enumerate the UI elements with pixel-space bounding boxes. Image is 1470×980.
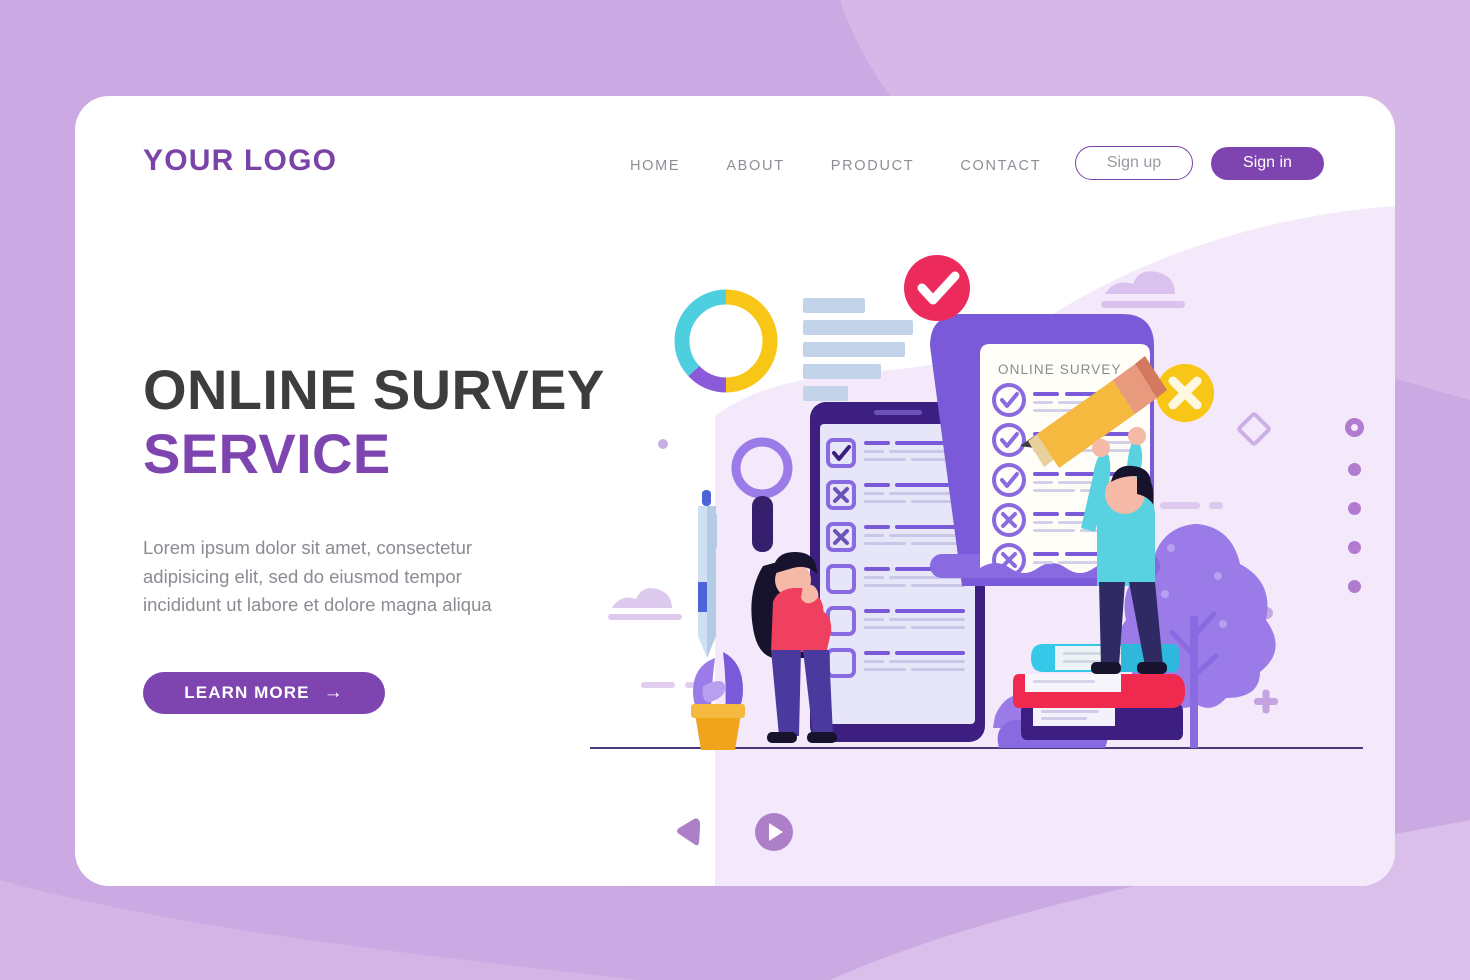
decor-dash-4 xyxy=(1209,502,1223,509)
slide-dot-4[interactable] xyxy=(1348,541,1361,554)
learn-more-button[interactable]: LEARN MORE → xyxy=(143,672,385,715)
decor-cloud-top xyxy=(1099,271,1185,308)
logo[interactable]: YOUR LOGO xyxy=(143,144,337,178)
page-title-line1: ONLINE SURVEY xyxy=(143,358,605,421)
site-header: YOUR LOGO HOME ABOUT PRODUCT CONTACT Sig… xyxy=(75,96,1395,236)
hero-description: Lorem ipsum dolor sit amet, consectetur … xyxy=(143,536,492,616)
learn-more-label: LEARN MORE xyxy=(184,683,310,703)
page-title-line2: SERVICE xyxy=(143,421,391,485)
slide-indicators xyxy=(1345,418,1364,593)
survey-card-title: ONLINE SURVEY xyxy=(998,362,1122,377)
decor-dash-3 xyxy=(1160,502,1200,509)
slide-dot-5[interactable] xyxy=(1348,580,1361,593)
slide-dot-1[interactable] xyxy=(1345,418,1364,437)
slide-dot-2[interactable] xyxy=(1348,463,1361,476)
hero-section: ONLINE SURVEY SERVICE Lorem ipsum dolor … xyxy=(143,358,663,715)
sign-in-button[interactable]: Sign in xyxy=(1211,146,1324,180)
carousel-controls xyxy=(675,811,795,853)
nav-item-contact[interactable]: CONTACT xyxy=(960,158,1041,174)
decor-diamond xyxy=(1237,412,1271,446)
nav-item-home[interactable]: HOME xyxy=(630,158,680,174)
pen-icon xyxy=(698,490,717,658)
potted-plant xyxy=(691,652,745,750)
arrow-right-icon: → xyxy=(323,682,344,704)
nav-item-about[interactable]: ABOUT xyxy=(726,158,784,174)
check-badge xyxy=(904,255,970,321)
nav-item-product[interactable]: PRODUCT xyxy=(831,158,915,174)
landing-card: YOUR LOGO HOME ABOUT PRODUCT CONTACT Sig… xyxy=(75,96,1395,886)
next-slide-button[interactable] xyxy=(753,811,795,853)
main-nav: HOME ABOUT PRODUCT CONTACT xyxy=(630,158,1041,174)
cross-badge xyxy=(1156,364,1214,422)
page-title: ONLINE SURVEY SERVICE xyxy=(143,358,663,486)
prev-slide-button[interactable] xyxy=(675,818,701,846)
sign-up-button[interactable]: Sign up xyxy=(1075,146,1193,180)
auth-buttons: Sign up Sign in xyxy=(1075,146,1324,180)
donut-chart xyxy=(674,289,778,393)
decor-plus xyxy=(1254,689,1278,714)
magnifier-icon xyxy=(731,437,793,552)
slide-dot-3[interactable] xyxy=(1348,502,1361,515)
bar-chart xyxy=(803,298,913,401)
